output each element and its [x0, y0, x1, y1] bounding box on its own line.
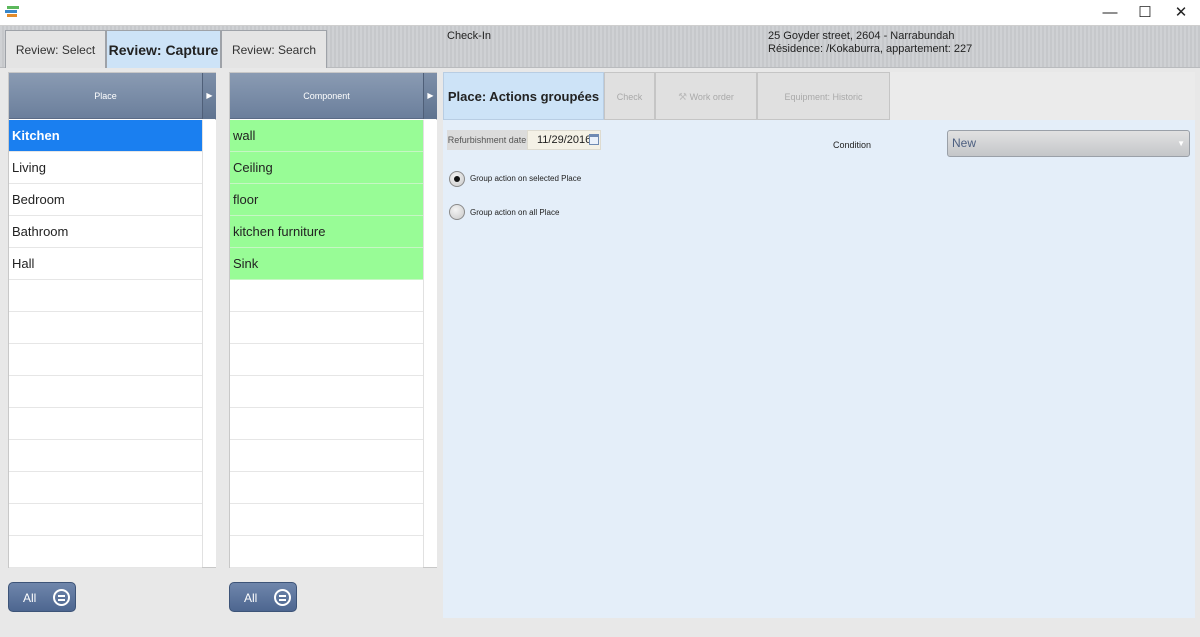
place-item-bathroom[interactable]: Bathroom [9, 216, 202, 248]
radio-selected-place-label: Group action on selected Place [470, 174, 582, 183]
radio-selected-place[interactable] [449, 171, 465, 187]
component-scrollbar[interactable] [423, 120, 437, 567]
chevron-down-icon: ▼ [1177, 139, 1185, 148]
component-item-wall[interactable]: wall [230, 120, 423, 152]
equal-circle-icon [274, 589, 291, 606]
component-list: Component ▶ wall Ceiling floor kitchen f… [229, 72, 437, 568]
place-item-hall[interactable]: Hall [9, 248, 202, 280]
wrench-icon: ⚒ [678, 92, 688, 103]
list-item [9, 376, 202, 408]
header-bar: Review: Select Review: Capture Review: S… [0, 26, 1200, 68]
app-logo-icon [5, 6, 19, 17]
component-all-label: All [244, 591, 258, 605]
component-item-floor[interactable]: floor [230, 184, 423, 216]
refurbishment-date-label: Refurbishment date [447, 130, 527, 150]
component-list-header[interactable]: Component [230, 73, 423, 119]
place-rows: Kitchen Living Bedroom Bathroom Hall [9, 120, 202, 568]
place-scrollbar[interactable] [202, 120, 216, 567]
place-all-label: All [23, 591, 37, 605]
place-expand-icon[interactable]: ▶ [202, 73, 216, 119]
radio-all-place-label: Group action on all Place [470, 208, 560, 217]
list-item [230, 376, 423, 408]
list-item [230, 504, 423, 536]
component-item-kitchen-furniture[interactable]: kitchen furniture [230, 216, 423, 248]
list-item [230, 472, 423, 504]
component-expand-icon[interactable]: ▶ [423, 73, 437, 119]
place-all-button[interactable]: All [8, 582, 76, 612]
tab-review-select[interactable]: Review: Select [5, 30, 106, 68]
component-all-button[interactable]: All [229, 582, 297, 612]
list-item [9, 472, 202, 504]
tab-work-order-label: Work order [689, 92, 734, 102]
tab-equipment-historic[interactable]: Equipment: Historic [757, 72, 890, 120]
list-item [9, 312, 202, 344]
list-item [230, 280, 423, 312]
maximize-button[interactable]: ☐ [1128, 0, 1162, 26]
component-rows: wall Ceiling floor kitchen furniture Sin… [230, 120, 423, 568]
list-item [9, 504, 202, 536]
title-bar: — ☐ ✕ [0, 0, 1200, 26]
minimize-button[interactable]: — [1093, 0, 1127, 26]
list-item [230, 344, 423, 376]
close-button[interactable]: ✕ [1164, 0, 1198, 26]
calendar-icon[interactable] [589, 134, 599, 145]
tab-work-order[interactable]: ⚒ Work order [655, 72, 757, 120]
list-item [230, 408, 423, 440]
list-item [9, 280, 202, 312]
address-line-1: 25 Goyder street, 2604 - Narrabundah [768, 30, 955, 42]
radio-all-place[interactable] [449, 204, 465, 220]
condition-label: Condition [833, 140, 872, 150]
list-item [9, 536, 202, 568]
mode-label: Check-In [447, 30, 492, 42]
place-item-living[interactable]: Living [9, 152, 202, 184]
list-item [230, 312, 423, 344]
place-list: Place ▶ Kitchen Living Bedroom Bathroom … [8, 72, 216, 568]
place-item-bedroom[interactable]: Bedroom [9, 184, 202, 216]
address-line-2: Résidence: /Kokaburra, appartement: 227 [768, 43, 973, 55]
tab-place-actions[interactable]: Place: Actions groupées [443, 72, 604, 120]
condition-select[interactable]: New ▼ [947, 130, 1190, 157]
component-item-ceiling[interactable]: Ceiling [230, 152, 423, 184]
condition-value: New [952, 136, 977, 150]
tab-check[interactable]: Check [604, 72, 655, 120]
list-item [230, 536, 423, 568]
place-list-header[interactable]: Place [9, 73, 202, 119]
list-item [9, 440, 202, 472]
equal-circle-icon [53, 589, 70, 606]
tab-review-search[interactable]: Review: Search [221, 30, 327, 68]
list-item [9, 408, 202, 440]
list-item [9, 344, 202, 376]
component-item-sink[interactable]: Sink [230, 248, 423, 280]
tab-review-capture[interactable]: Review: Capture [106, 30, 221, 68]
place-item-kitchen[interactable]: Kitchen [9, 120, 202, 152]
list-item [230, 440, 423, 472]
